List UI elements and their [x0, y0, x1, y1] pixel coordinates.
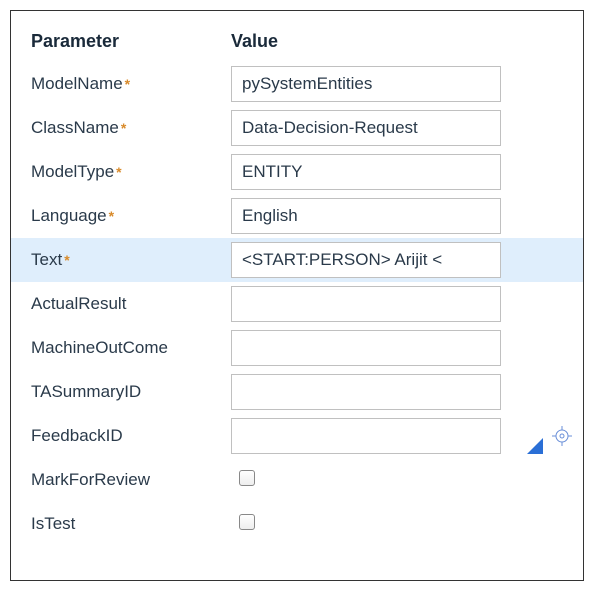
required-star-icon: *	[116, 164, 121, 180]
row-text: Text *	[11, 238, 583, 282]
row-feedbackid: FeedbackID	[31, 414, 573, 458]
header-value: Value	[231, 31, 573, 52]
row-modelname: ModelName *	[31, 62, 573, 106]
input-feedbackid[interactable]	[231, 418, 501, 454]
label-text: Text *	[31, 250, 231, 270]
row-tasummaryid: TASummaryID	[31, 370, 573, 414]
header-row: Parameter Value	[31, 31, 573, 52]
label-modeltype: ModelType *	[31, 162, 231, 182]
input-classname[interactable]	[231, 110, 501, 146]
input-modeltype[interactable]	[231, 154, 501, 190]
row-actualresult: ActualResult	[31, 282, 573, 326]
label-machineoutcome: MachineOutCome	[31, 338, 231, 358]
required-star-icon: *	[125, 76, 130, 92]
checkbox-markforreview[interactable]	[239, 470, 255, 486]
row-markforreview: MarkForReview	[31, 458, 573, 502]
resize-corner-icon	[527, 438, 543, 454]
row-machineoutcome: MachineOutCome	[31, 326, 573, 370]
row-istest: IsTest	[31, 502, 573, 546]
row-modeltype: ModelType *	[31, 150, 573, 194]
input-machineoutcome[interactable]	[231, 330, 501, 366]
checkbox-istest[interactable]	[239, 514, 255, 530]
crosshair-icon[interactable]	[551, 425, 573, 447]
required-star-icon: *	[64, 252, 69, 268]
label-classname: ClassName *	[31, 118, 231, 138]
label-modelname: ModelName *	[31, 74, 231, 94]
label-markforreview: MarkForReview	[31, 470, 231, 490]
label-feedbackid: FeedbackID	[31, 426, 231, 446]
input-actualresult[interactable]	[231, 286, 501, 322]
parameter-panel: Parameter Value ModelName * ClassName * …	[10, 10, 584, 581]
row-language: Language *	[31, 194, 573, 238]
required-star-icon: *	[109, 208, 114, 224]
input-text[interactable]	[231, 242, 501, 278]
input-language[interactable]	[231, 198, 501, 234]
row-classname: ClassName *	[31, 106, 573, 150]
header-parameter: Parameter	[31, 31, 231, 52]
required-star-icon: *	[121, 120, 126, 136]
label-language: Language *	[31, 206, 231, 226]
label-actualresult: ActualResult	[31, 294, 231, 314]
label-istest: IsTest	[31, 514, 231, 534]
label-tasummaryid: TASummaryID	[31, 382, 231, 402]
input-tasummaryid[interactable]	[231, 374, 501, 410]
input-modelname[interactable]	[231, 66, 501, 102]
